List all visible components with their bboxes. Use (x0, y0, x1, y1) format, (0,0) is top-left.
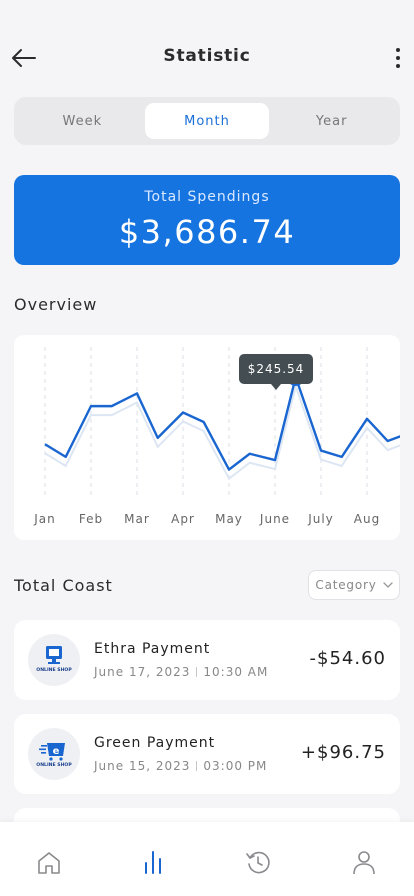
transaction-datetime: June 15, 2023 03:00 PM (94, 759, 267, 773)
transaction-datetime: June 17, 2023 10:30 AM (94, 665, 268, 679)
x-tick-label: June (259, 512, 291, 526)
tab-week[interactable]: Week (20, 103, 145, 139)
online-shop-logo-icon: ONLINE SHOP (36, 646, 72, 673)
total-spendings-amount: $3,686.74 (118, 213, 296, 251)
overview-title: Overview (14, 295, 98, 314)
total-spendings-label: Total Spendings (144, 189, 270, 205)
tab-month[interactable]: Month (144, 103, 270, 139)
overview-chart[interactable]: Jan Feb Mar Apr May June July Aug $245.54 (14, 335, 400, 540)
nav-profile[interactable] (348, 846, 380, 878)
x-tick-label: July (308, 512, 334, 526)
transaction-name: Green Payment (94, 735, 216, 751)
total-spendings-card: Total Spendings $3,686.74 (14, 175, 400, 265)
nav-history[interactable] (242, 846, 274, 878)
transaction-row[interactable]: e ONLINE SHOP Green Payment June 15, 202… (14, 714, 400, 794)
divider (196, 667, 198, 677)
bottom-nav (0, 822, 414, 896)
x-tick-label: May (215, 512, 243, 526)
history-icon (246, 851, 270, 874)
transaction-time: 10:30 AM (203, 665, 269, 679)
transaction-time: 03:00 PM (203, 759, 268, 773)
series-shadow-line (44, 382, 400, 481)
x-tick-label: Mar (124, 512, 150, 526)
profile-icon (353, 851, 375, 875)
series-line (44, 376, 400, 471)
home-icon (38, 852, 60, 874)
header: Statistic (0, 0, 414, 110)
merchant-logo: ONLINE SHOP (28, 634, 80, 686)
category-dropdown-label: Category (315, 578, 377, 592)
nav-statistics[interactable] (137, 846, 169, 878)
transaction-date: June 17, 2023 (94, 665, 191, 679)
transaction-date: June 15, 2023 (94, 759, 191, 773)
category-dropdown[interactable]: Category (308, 570, 400, 600)
more-options-button[interactable] (386, 42, 410, 74)
transaction-name: Ethra Payment (94, 641, 211, 657)
x-tick-label: Jan (34, 512, 56, 526)
x-tick-label: Aug (353, 512, 381, 526)
merchant-logo: e ONLINE SHOP (28, 728, 80, 780)
page-title: Statistic (163, 46, 251, 66)
transaction-amount: +$96.75 (300, 742, 386, 763)
svg-text:ONLINE SHOP: ONLINE SHOP (36, 762, 72, 768)
tab-year[interactable]: Year (269, 103, 394, 139)
total-coast-title: Total Coast (14, 576, 113, 595)
bar-chart-icon (145, 851, 161, 874)
nav-home[interactable] (33, 846, 65, 878)
svg-text:ONLINE SHOP: ONLINE SHOP (36, 667, 72, 673)
period-selector: Week Month Year (14, 97, 400, 145)
svg-text:e: e (53, 746, 60, 757)
transaction-row[interactable]: ONLINE SHOP Ethra Payment June 17, 2023 … (14, 620, 400, 700)
divider (196, 761, 198, 771)
x-tick-label: Apr (171, 512, 195, 526)
chevron-down-icon (382, 582, 393, 588)
line-chart (44, 347, 400, 497)
online-shop-logo-icon: e ONLINE SHOP (36, 743, 72, 768)
transaction-amount: -$54.60 (309, 648, 386, 669)
chart-tooltip: $245.54 (239, 354, 313, 390)
x-tick-label: Feb (78, 512, 104, 526)
more-vertical-icon (396, 48, 400, 52)
